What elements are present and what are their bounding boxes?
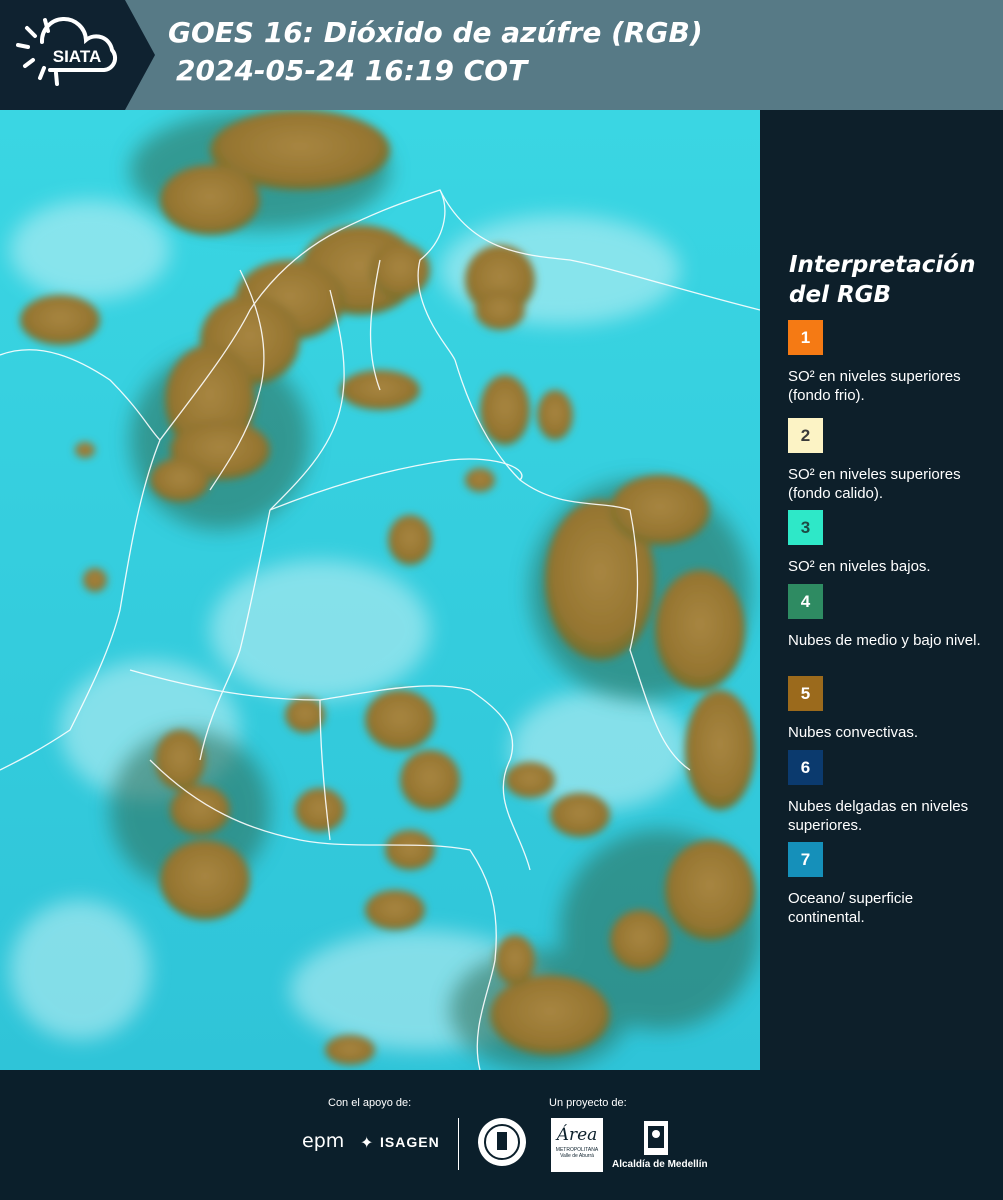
footer-divider [458, 1118, 459, 1170]
legend-title-line-1: Interpretación [789, 252, 976, 278]
epm-logo: epm [302, 1130, 345, 1152]
isagen-logo: ISAGEN [380, 1134, 440, 1150]
satellite-image [0, 110, 760, 1070]
header: SIATA GOES 16: Dióxido de azúfre (RGB) 2… [0, 0, 1003, 110]
legend-item: 1 SO² en niveles superiores (fondo frio)… [788, 320, 988, 405]
legend-swatch: 6 [788, 750, 823, 785]
project-label: Un proyecto de: [549, 1097, 627, 1109]
page-title: GOES 16: Dióxido de azúfre (RGB) 2024-05… [168, 14, 703, 90]
area-logo-sub2: Valle de Aburrá [560, 1153, 594, 1159]
legend-swatch: 7 [788, 842, 823, 877]
legend-item-description: SO² en niveles superiores (fondo calido)… [788, 466, 961, 502]
siata-logo-text: SIATA [53, 47, 101, 66]
alcaldia-logo-text: Alcaldía de Medellín [612, 1159, 708, 1170]
legend-item-description: Nubes de medio y bajo nivel. [788, 632, 981, 649]
legend-item: 3 SO² en niveles bajos. [788, 510, 988, 576]
alcaldia-shield-icon [644, 1121, 668, 1155]
legend-panel: Interpretación del RGB 1 SO² en niveles … [760, 110, 1003, 1070]
legend-item-description: Nubes convectivas. [788, 724, 919, 741]
legend-item-description: SO² en niveles superiores (fondo frio). [788, 368, 961, 404]
medellin-seal-icon [478, 1118, 526, 1166]
legend-swatch: 2 [788, 418, 823, 453]
legend-swatch: 4 [788, 584, 823, 619]
title-line-2: 2024-05-24 16:19 COT [176, 54, 528, 87]
legend-item-description: Oceano/ superficie continental. [788, 890, 914, 926]
legend-title: Interpretación del RGB [789, 250, 989, 310]
legend-item: 4 Nubes de medio y bajo nivel. [788, 584, 988, 650]
logo-panel: SIATA [0, 0, 155, 110]
legend-item: 5 Nubes convectivas. [788, 676, 988, 742]
title-line-1: GOES 16: Dióxido de azúfre (RGB) [168, 16, 703, 49]
legend-title-line-2: del RGB [789, 282, 892, 308]
legend-item: 6 Nubes delgadas en niveles superiores. [788, 750, 988, 835]
area-metropolitana-logo: Área METROPOLITANA Valle de Aburrá [551, 1118, 603, 1172]
legend-item: 2 SO² en niveles superiores (fondo calid… [788, 418, 988, 503]
legend-swatch: 1 [788, 320, 823, 355]
legend-swatch: 5 [788, 676, 823, 711]
footer: Con el apoyo de: Un proyecto de: epm ✦ I… [0, 1070, 1003, 1200]
legend-swatch: 3 [788, 510, 823, 545]
legend-item-description: Nubes delgadas en niveles superiores. [788, 798, 969, 834]
legend-item: 7 Oceano/ superficie continental. [788, 842, 988, 927]
isagen-icon: ✦ [360, 1135, 374, 1152]
satellite-map [0, 110, 760, 1070]
support-label: Con el apoyo de: [328, 1097, 412, 1109]
area-logo-main: Área [556, 1125, 598, 1145]
legend-item-description: SO² en niveles bajos. [788, 558, 931, 575]
